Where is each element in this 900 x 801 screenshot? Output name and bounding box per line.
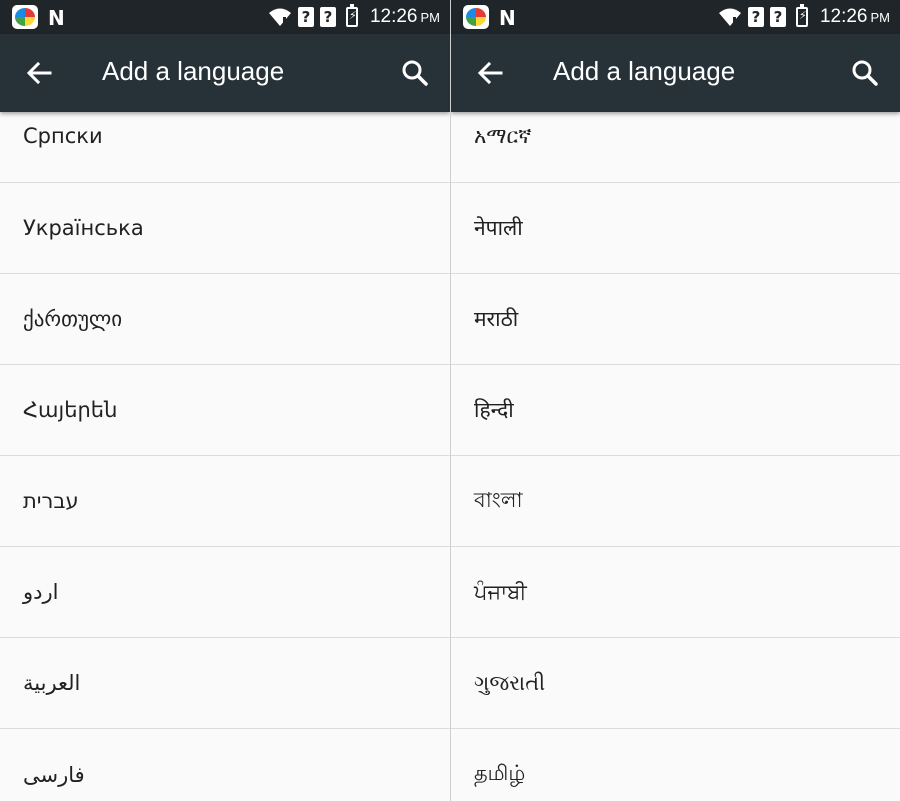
page-title: Add a language	[553, 56, 736, 86]
unknown-sim-icon-2: ?	[769, 7, 786, 27]
language-item[interactable]: فارسی	[0, 729, 450, 801]
screen-left: N ? ? ⚡ 12:26 PM Add a language Српски У…	[0, 0, 450, 801]
language-item[interactable]: Հայերեն	[0, 365, 450, 456]
clock-time: 12:26	[369, 6, 418, 27]
battery-charging-icon: ⚡	[795, 4, 808, 27]
language-item[interactable]: ქართული	[0, 274, 450, 365]
search-icon[interactable]	[848, 56, 882, 90]
language-item[interactable]: मराठी	[451, 274, 900, 365]
language-list: አማርኛ नेपाली मराठी हिन्दी বাংলা ਪੰਜਾਬੀ ગુ…	[451, 112, 900, 801]
language-item[interactable]: नेपाली	[451, 183, 900, 274]
unknown-sim-icon: ?	[747, 7, 764, 27]
language-item[interactable]: ਪੰਜਾਬੀ	[451, 547, 900, 638]
language-item[interactable]: தமிழ்	[451, 729, 900, 801]
clock: 12:26 PM	[370, 6, 440, 28]
app-bar: Add a language	[0, 34, 450, 112]
clock-ampm: PM	[870, 10, 891, 25]
language-item[interactable]: বাংলা	[451, 456, 900, 547]
language-item[interactable]: العربية	[0, 638, 450, 729]
app-notification-icon	[463, 5, 489, 29]
arrow-back-icon[interactable]	[22, 56, 56, 90]
arrow-back-icon[interactable]	[473, 56, 507, 90]
language-item[interactable]: ગુજરાતી	[451, 638, 900, 729]
app-bar: Add a language	[451, 34, 900, 112]
wifi-icon	[718, 8, 741, 26]
language-item[interactable]: اردو	[0, 547, 450, 638]
language-item[interactable]: Српски	[0, 112, 450, 183]
language-item[interactable]: עברית	[0, 456, 450, 547]
status-bar: N ? ? ⚡ 12:26 PM	[0, 0, 450, 34]
app-notification-icon	[12, 5, 38, 29]
status-bar: N ? ? ⚡ 12:26 PM	[451, 0, 900, 34]
clock-ampm: PM	[420, 10, 441, 25]
unknown-sim-icon-2: ?	[319, 7, 336, 27]
language-item[interactable]: हिन्दी	[451, 365, 900, 456]
page-title: Add a language	[102, 56, 285, 86]
language-item[interactable]: አማርኛ	[451, 112, 900, 183]
unknown-sim-icon: ?	[297, 7, 314, 27]
battery-charging-icon: ⚡	[345, 4, 358, 27]
language-item[interactable]: Українська	[0, 183, 450, 274]
search-icon[interactable]	[398, 56, 432, 90]
language-list: Српски Українська ქართული Հայերեն עברית …	[0, 112, 450, 801]
clock: 12:26 PM	[820, 6, 890, 28]
dual-screen: N ? ? ⚡ 12:26 PM Add a language Српски У…	[0, 0, 900, 801]
wifi-icon	[268, 8, 291, 26]
screen-right: N ? ? ⚡ 12:26 PM Add a language አማርኛ नेप…	[450, 0, 900, 801]
n-notification-icon: N	[48, 6, 65, 30]
n-notification-icon: N	[499, 6, 516, 30]
status-icons: ? ? ⚡ 12:26 PM	[718, 0, 890, 34]
status-icons: ? ? ⚡ 12:26 PM	[268, 0, 440, 34]
clock-time: 12:26	[819, 6, 868, 27]
